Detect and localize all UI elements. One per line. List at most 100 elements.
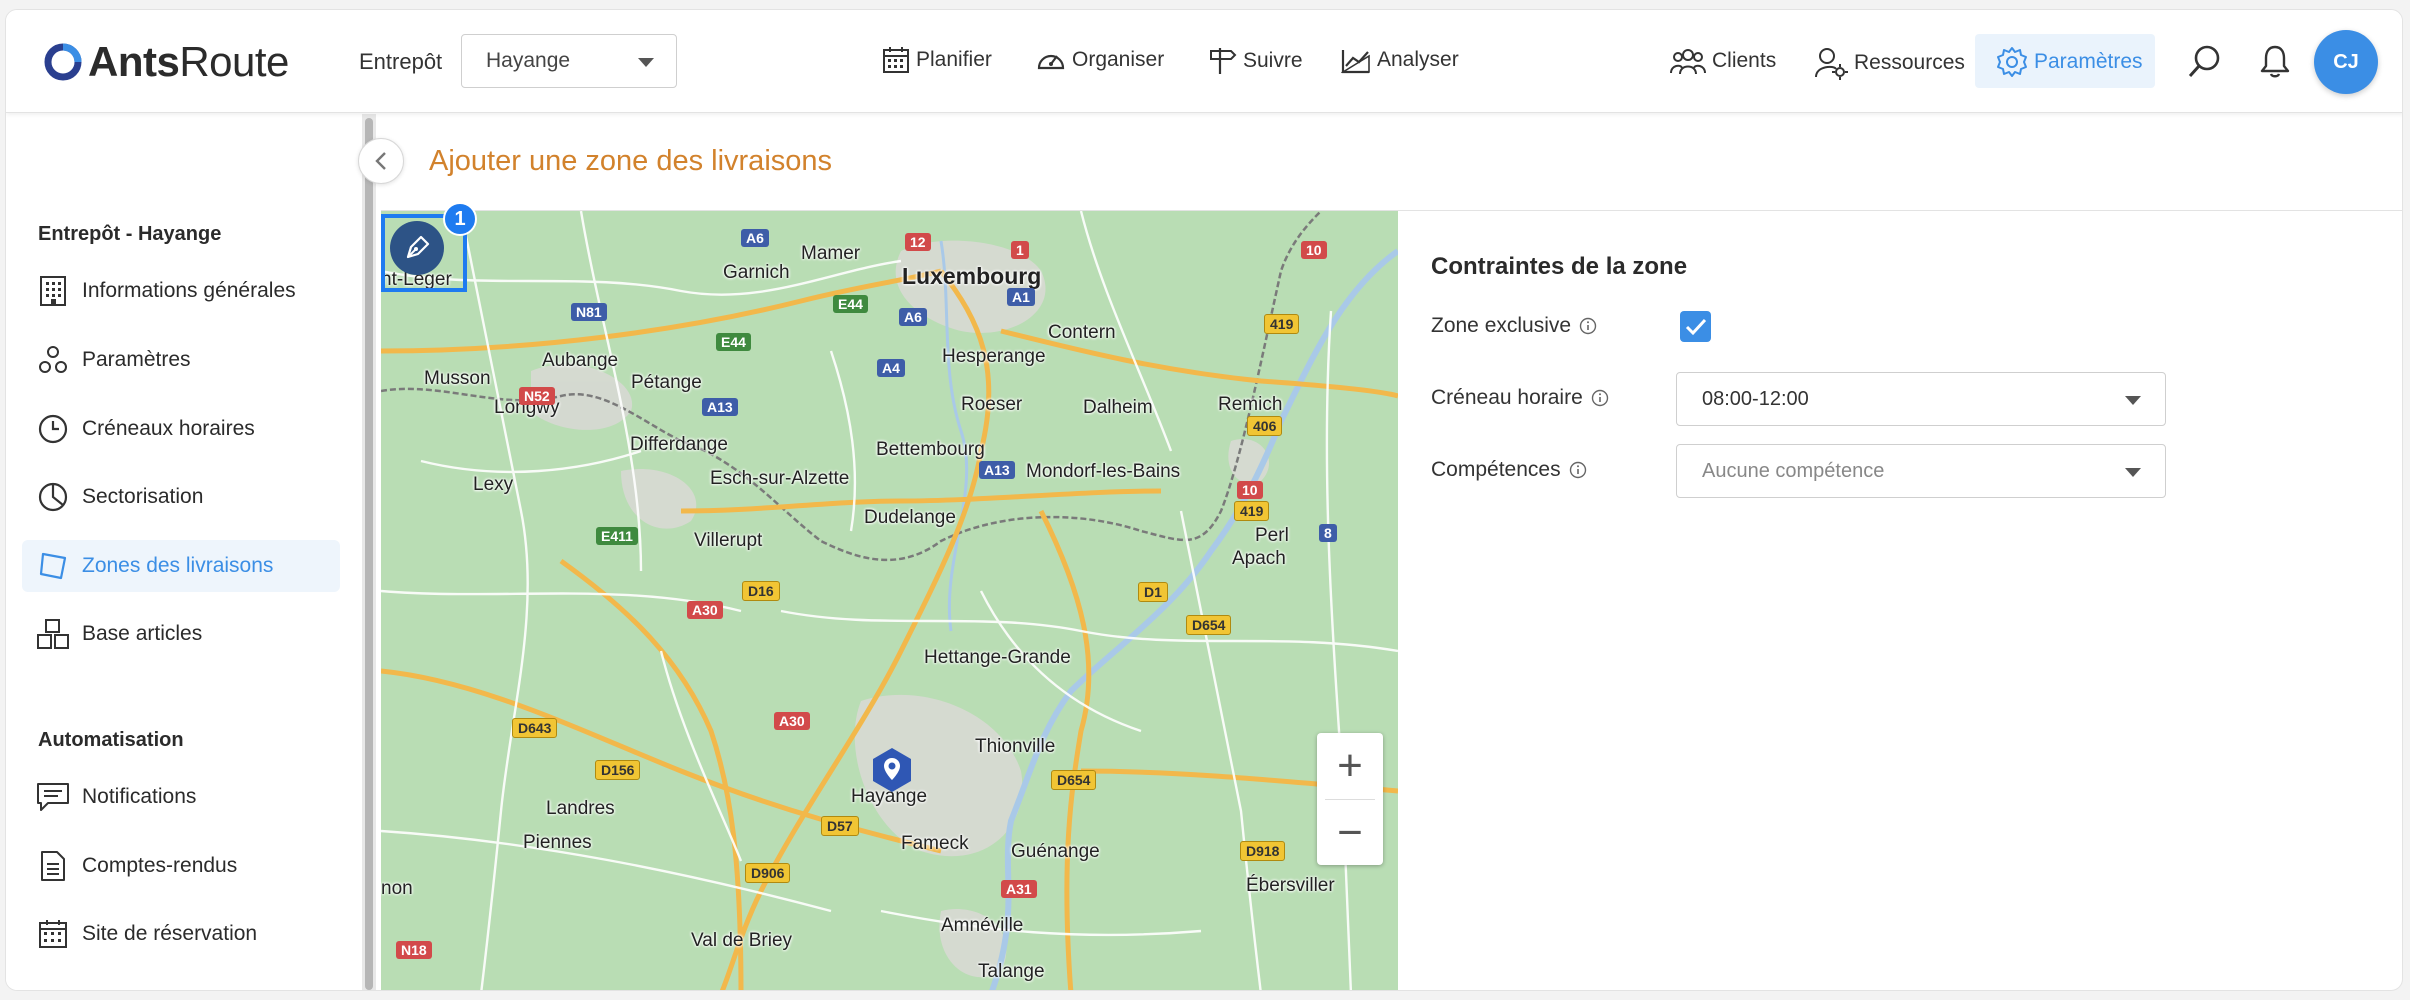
map-label-fameck: Fameck — [901, 833, 969, 854]
document-icon — [36, 849, 70, 883]
users-group-icon — [1670, 49, 1706, 75]
collapse-sidebar-button[interactable] — [358, 138, 404, 184]
entrepot-select-value: Hayange — [486, 49, 571, 72]
top-header: AntsRoute Entrepôt Hayange Planifier Org… — [6, 10, 2402, 113]
gear-icon — [1997, 47, 2027, 77]
competences-label: Compétences — [1431, 458, 1587, 482]
nav-analyser-label: Analyser — [1377, 48, 1459, 71]
zoom-out-button[interactable]: − — [1317, 800, 1383, 866]
nav-clients[interactable]: Clients — [1670, 46, 1776, 76]
user-avatar[interactable]: CJ — [2314, 30, 2378, 94]
sidebar-item-notifications[interactable]: Notifications — [22, 771, 340, 823]
creneau-select[interactable]: 08:00-12:00 — [1676, 372, 2166, 426]
nav-analyser[interactable]: Analyser — [1341, 46, 1459, 74]
sidebar-item-label: Notifications — [82, 785, 197, 808]
nav-ressources[interactable]: Ressources — [1814, 46, 1965, 80]
calendar-grid-icon — [883, 47, 909, 73]
bell-icon[interactable] — [2259, 43, 2291, 84]
road-shield: 419 — [1234, 501, 1270, 521]
sidebar-item-label: Sectorisation — [82, 485, 204, 508]
competences-select[interactable]: Aucune compétence — [1676, 444, 2166, 498]
caret-down-icon — [638, 58, 654, 67]
warehouse-marker-icon[interactable] — [871, 747, 913, 798]
calendar-icon — [36, 917, 70, 951]
check-icon — [1685, 318, 1706, 335]
caret-down-icon — [2125, 468, 2141, 477]
sidebar-item-base-articles[interactable]: Base articles — [22, 608, 340, 660]
map-label-contern: Contern — [1048, 322, 1116, 343]
nav-organiser[interactable]: Organiser — [1036, 46, 1164, 74]
boxes-icon — [36, 617, 70, 651]
sidebar-section-entrepot: Entrepôt - Hayange — [38, 223, 222, 245]
nav-parametres[interactable]: Paramètres — [1996, 46, 2143, 78]
map-label-mamer: Mamer — [801, 243, 861, 264]
map-view[interactable]: Luxembourg Mamer Garnich Contern Hespera… — [381, 211, 1398, 990]
sidebar-item-label: Base articles — [82, 622, 203, 645]
logo-text-regular: Route — [179, 38, 289, 85]
sidebar-item-label: Zones des livraisons — [82, 554, 274, 577]
map-label-roeser: Roeser — [961, 394, 1023, 415]
road-shield: A6 — [899, 308, 927, 326]
sidebar-item-label: Paramètres — [82, 348, 191, 371]
sidebar-item-parametres[interactable]: Paramètres — [22, 334, 340, 386]
draw-polygon-button[interactable] — [390, 221, 444, 275]
entrepot-select[interactable]: Hayange — [461, 34, 677, 88]
sidebar-item-informations[interactable]: Informations générales — [22, 265, 340, 317]
road-shield: D156 — [595, 760, 641, 780]
nav-ressources-label: Ressources — [1854, 51, 1965, 74]
road-shield: A30 — [774, 712, 810, 730]
road-shield: A1 — [1007, 288, 1035, 306]
sidebar-item-sectorisation[interactable]: Sectorisation — [22, 471, 340, 523]
road-shield: A31 — [1001, 880, 1037, 898]
constraints-title: Contraintes de la zone — [1431, 253, 1688, 280]
logo-icon — [44, 43, 82, 81]
sidebar-item-label: Site de réservation — [82, 922, 258, 945]
message-icon — [36, 780, 70, 814]
zoom-in-button[interactable]: + — [1317, 733, 1383, 799]
map-label-non: non — [381, 878, 413, 899]
map-label-thionville: Thionville — [975, 736, 1056, 757]
map-label-dalheim: Dalheim — [1083, 397, 1153, 418]
info-icon[interactable] — [1579, 317, 1597, 335]
antsroute-logo[interactable]: AntsRoute — [44, 38, 289, 86]
search-icon[interactable] — [2187, 44, 2223, 85]
road-shield: 419 — [1264, 314, 1300, 334]
map-background — [381, 211, 1398, 990]
map-label-differdange: Differdange — [630, 434, 728, 455]
road-shield: N52 — [519, 387, 555, 405]
nav-parametres-label: Paramètres — [2034, 50, 2143, 73]
info-icon[interactable] — [1591, 389, 1609, 407]
map-zoom-controls: + − — [1317, 733, 1383, 865]
map-label-hettange: Hettange-Grande — [924, 647, 1071, 668]
sidebar-item-label: Créneaux horaires — [82, 417, 255, 440]
chart-trend-icon — [1341, 50, 1370, 74]
road-shield: 12 — [905, 233, 931, 251]
pie-chart-icon — [36, 480, 70, 514]
sidebar-item-site-reservation[interactable]: Site de réservation — [22, 908, 340, 960]
map-label-musson: Musson — [424, 368, 491, 389]
road-shield: D918 — [1240, 841, 1286, 861]
map-label-esch: Esch-sur-Alzette — [710, 468, 850, 489]
gauge-icon — [1037, 54, 1065, 70]
sidebar-item-comptes-rendus[interactable]: Comptes-rendus — [22, 840, 340, 892]
road-shield: D1 — [1138, 582, 1168, 602]
road-shield: D643 — [512, 718, 558, 738]
road-shield: D57 — [821, 816, 859, 836]
road-shield: 8 — [1319, 524, 1337, 542]
road-shield: N18 — [396, 941, 432, 959]
nav-suivre[interactable]: Suivre — [1207, 46, 1303, 76]
road-shield: E411 — [596, 527, 638, 545]
exclusive-zone-checkbox[interactable] — [1680, 311, 1711, 342]
map-label-hesperange: Hesperange — [942, 346, 1046, 367]
map-label-villerupt: Villerupt — [694, 530, 763, 551]
nav-planifier[interactable]: Planifier — [882, 46, 992, 74]
sidebar-item-creneaux[interactable]: Créneaux horaires — [22, 403, 340, 455]
caret-down-icon — [2125, 396, 2141, 405]
info-icon[interactable] — [1569, 461, 1587, 479]
map-label-val-de-briey: Val de Briey — [691, 930, 793, 951]
sidebar-section-automatisation: Automatisation — [38, 729, 184, 751]
sidebar-scrollbar-thumb[interactable] — [365, 118, 373, 990]
clock-icon — [36, 412, 70, 446]
sidebar-item-zones-livraisons[interactable]: Zones des livraisons — [22, 540, 340, 592]
map-label-ebersviller: Ébersviller — [1246, 875, 1335, 896]
